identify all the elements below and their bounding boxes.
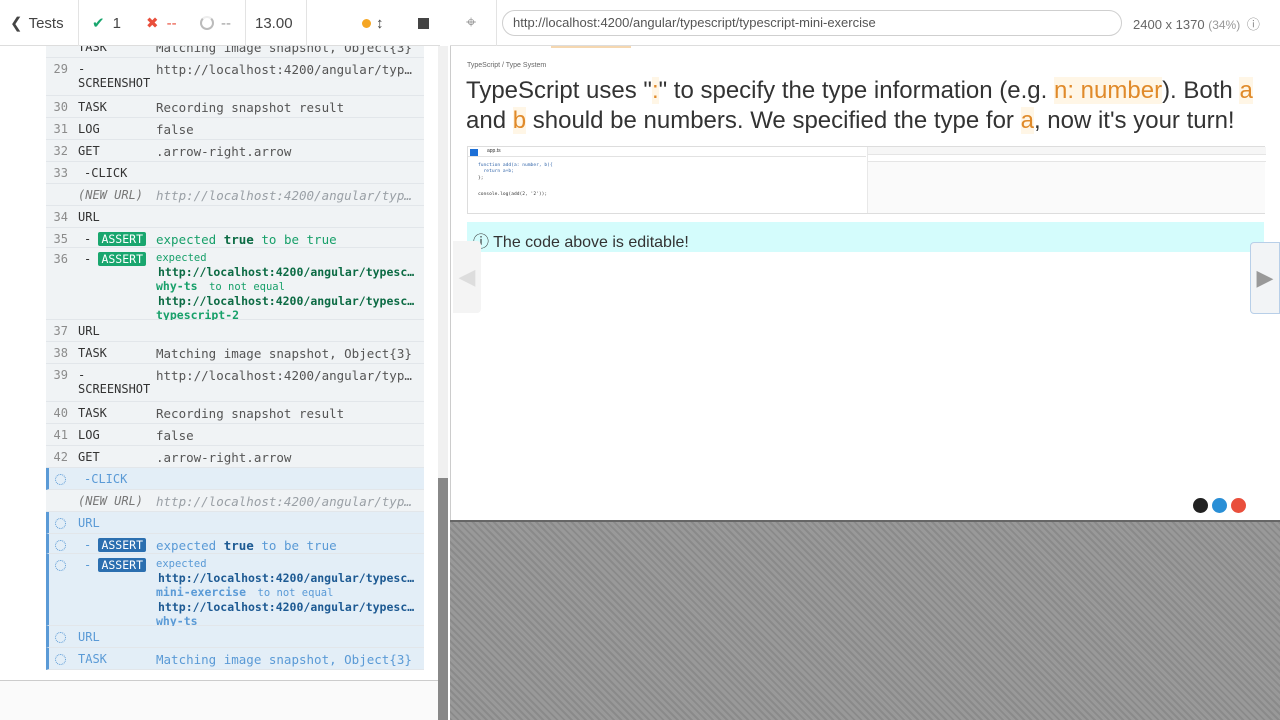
back-to-tests-button[interactable]: ❮ Tests — [10, 0, 64, 46]
pending-count: -- — [200, 0, 231, 46]
editable-notice: ⓘ The code above is editable! — [467, 222, 1264, 252]
arrows-vertical-icon: ↕ — [376, 14, 384, 32]
code-editor[interactable]: app.ts function add(a: number, b){ retur… — [468, 147, 866, 213]
pending-circle-icon — [200, 16, 214, 30]
command-row[interactable]: 31 LOG false — [46, 118, 424, 140]
spinner-icon — [55, 632, 66, 643]
top-accent-line — [551, 46, 631, 48]
new-url-row: (NEW URL) http://localhost:4200/angular/… — [46, 490, 424, 512]
assert-badge: ASSERT — [98, 558, 146, 572]
reporter-header: ❮ Tests ✔ 1 ✖ -- -- 13.00 ↕ — [0, 0, 440, 46]
aut-iframe: TypeScript / Type System TypeScript uses… — [450, 46, 1280, 520]
arrow-right-icon: ▶ — [1256, 265, 1274, 290]
passed-count: ✔ 1 — [92, 14, 121, 33]
command-row[interactable]: 32 GET .arrow-right.arrow — [46, 140, 424, 162]
code-line: function add(a: number, b){ — [478, 163, 553, 168]
code-line: console.log(add(2, '2')); — [478, 192, 548, 197]
assert-badge: ASSERT — [98, 252, 146, 266]
command-row[interactable]: 35 - ASSERT expected true to be true — [46, 228, 424, 248]
command-row-pending[interactable]: - ASSERT expected http://localhost:4200/… — [46, 554, 424, 628]
auto-scroll-toggle[interactable]: ↕ — [362, 0, 384, 46]
command-row[interactable]: 30 TASK Recording snapshot result — [46, 96, 424, 118]
next-slide-button[interactable]: ▶ — [1250, 242, 1280, 314]
code-line: }; — [478, 176, 484, 181]
editor-tab[interactable]: app.ts — [468, 147, 866, 157]
twitter-icon[interactable] — [1212, 498, 1227, 513]
reporter-footer — [0, 680, 440, 720]
console-toolbar — [868, 147, 1266, 155]
assert-badge: ASSERT — [98, 232, 146, 246]
home-icon[interactable] — [1231, 498, 1246, 513]
spinner-icon — [55, 654, 66, 665]
console-preview — [867, 147, 1266, 213]
command-row[interactable]: 37 URL — [46, 320, 424, 342]
command-row-pending[interactable]: TASK Matching image snapshot, Object{3} — [46, 648, 424, 670]
reporter-scrollbar[interactable] — [438, 46, 448, 720]
aut-url-field[interactable]: http://localhost:4200/angular/typescript… — [502, 10, 1122, 36]
command-row[interactable]: 29 - SCREENSHOT http://localhost:4200/an… — [46, 58, 424, 96]
aut-header: ⌖ http://localhost:4200/angular/typescri… — [450, 0, 1280, 46]
spinner-icon — [55, 474, 66, 485]
duration: 13.00 — [255, 14, 293, 32]
command-row-pending[interactable]: URL — [46, 626, 424, 648]
breadcrumb[interactable]: TypeScript / Type System — [467, 62, 546, 69]
command-row[interactable]: 38 TASK Matching image snapshot, Object{… — [46, 342, 424, 364]
arrow-left-icon: ◀ — [458, 264, 476, 289]
command-row-pending[interactable]: - ASSERT expected true to be true — [46, 534, 424, 554]
command-row-pending[interactable]: URL — [46, 512, 424, 534]
command-row[interactable]: 36 - ASSERT expected http://localhost:42… — [46, 248, 424, 322]
github-icon[interactable] — [1193, 498, 1208, 513]
prev-slide-button[interactable]: ◀ — [453, 241, 481, 313]
viewport-size: 2400 x 1370 (34%) ⓘ — [1133, 17, 1260, 32]
command-row[interactable]: 40 TASK Recording snapshot result — [46, 402, 424, 424]
command-row[interactable]: TASK Matching image snapshot, Object{3} — [46, 46, 424, 58]
command-row-pending[interactable]: -CLICK — [46, 468, 424, 490]
assert-badge: ASSERT — [98, 538, 146, 552]
spinner-icon — [55, 560, 66, 571]
code-line: return a+b; — [478, 169, 514, 174]
console-filter-bar — [868, 155, 1266, 162]
spinner-icon — [55, 540, 66, 551]
running-dot-icon — [362, 18, 371, 28]
reporter-panel: ❮ Tests ✔ 1 ✖ -- -- 13.00 ↕ TASK Matchin… — [0, 0, 440, 720]
failed-count: ✖ -- — [146, 14, 177, 33]
stop-icon — [418, 17, 429, 29]
command-row[interactable]: 39 - SCREENSHOT http://localhost:4200/an… — [46, 364, 424, 402]
command-row[interactable]: 42 GET .arrow-right.arrow — [46, 446, 424, 468]
aut-background — [450, 520, 1280, 720]
command-row[interactable]: 41 LOG false — [46, 424, 424, 446]
stop-button[interactable] — [418, 0, 429, 46]
x-icon: ✖ — [146, 15, 159, 32]
command-row[interactable]: 34 URL — [46, 206, 424, 228]
command-log: TASK Matching image snapshot, Object{3} … — [0, 46, 440, 680]
code-playground: app.ts function add(a: number, b){ retur… — [467, 146, 1266, 214]
scrollbar-thumb[interactable] — [438, 478, 448, 720]
selector-playground-icon[interactable]: ⌖ — [466, 12, 476, 33]
new-url-row: (NEW URL) http://localhost:4200/angular/… — [46, 184, 424, 206]
tests-label: Tests — [28, 14, 64, 32]
command-row[interactable]: 33 -CLICK — [46, 162, 424, 184]
spinner-icon — [55, 518, 66, 529]
file-icon — [470, 149, 478, 156]
page-title: TypeScript uses ":" to specify the type … — [466, 77, 1253, 134]
info-icon[interactable]: ⓘ — [1247, 17, 1260, 32]
check-icon: ✔ — [92, 15, 105, 32]
chevron-left-icon: ❮ — [10, 15, 23, 32]
